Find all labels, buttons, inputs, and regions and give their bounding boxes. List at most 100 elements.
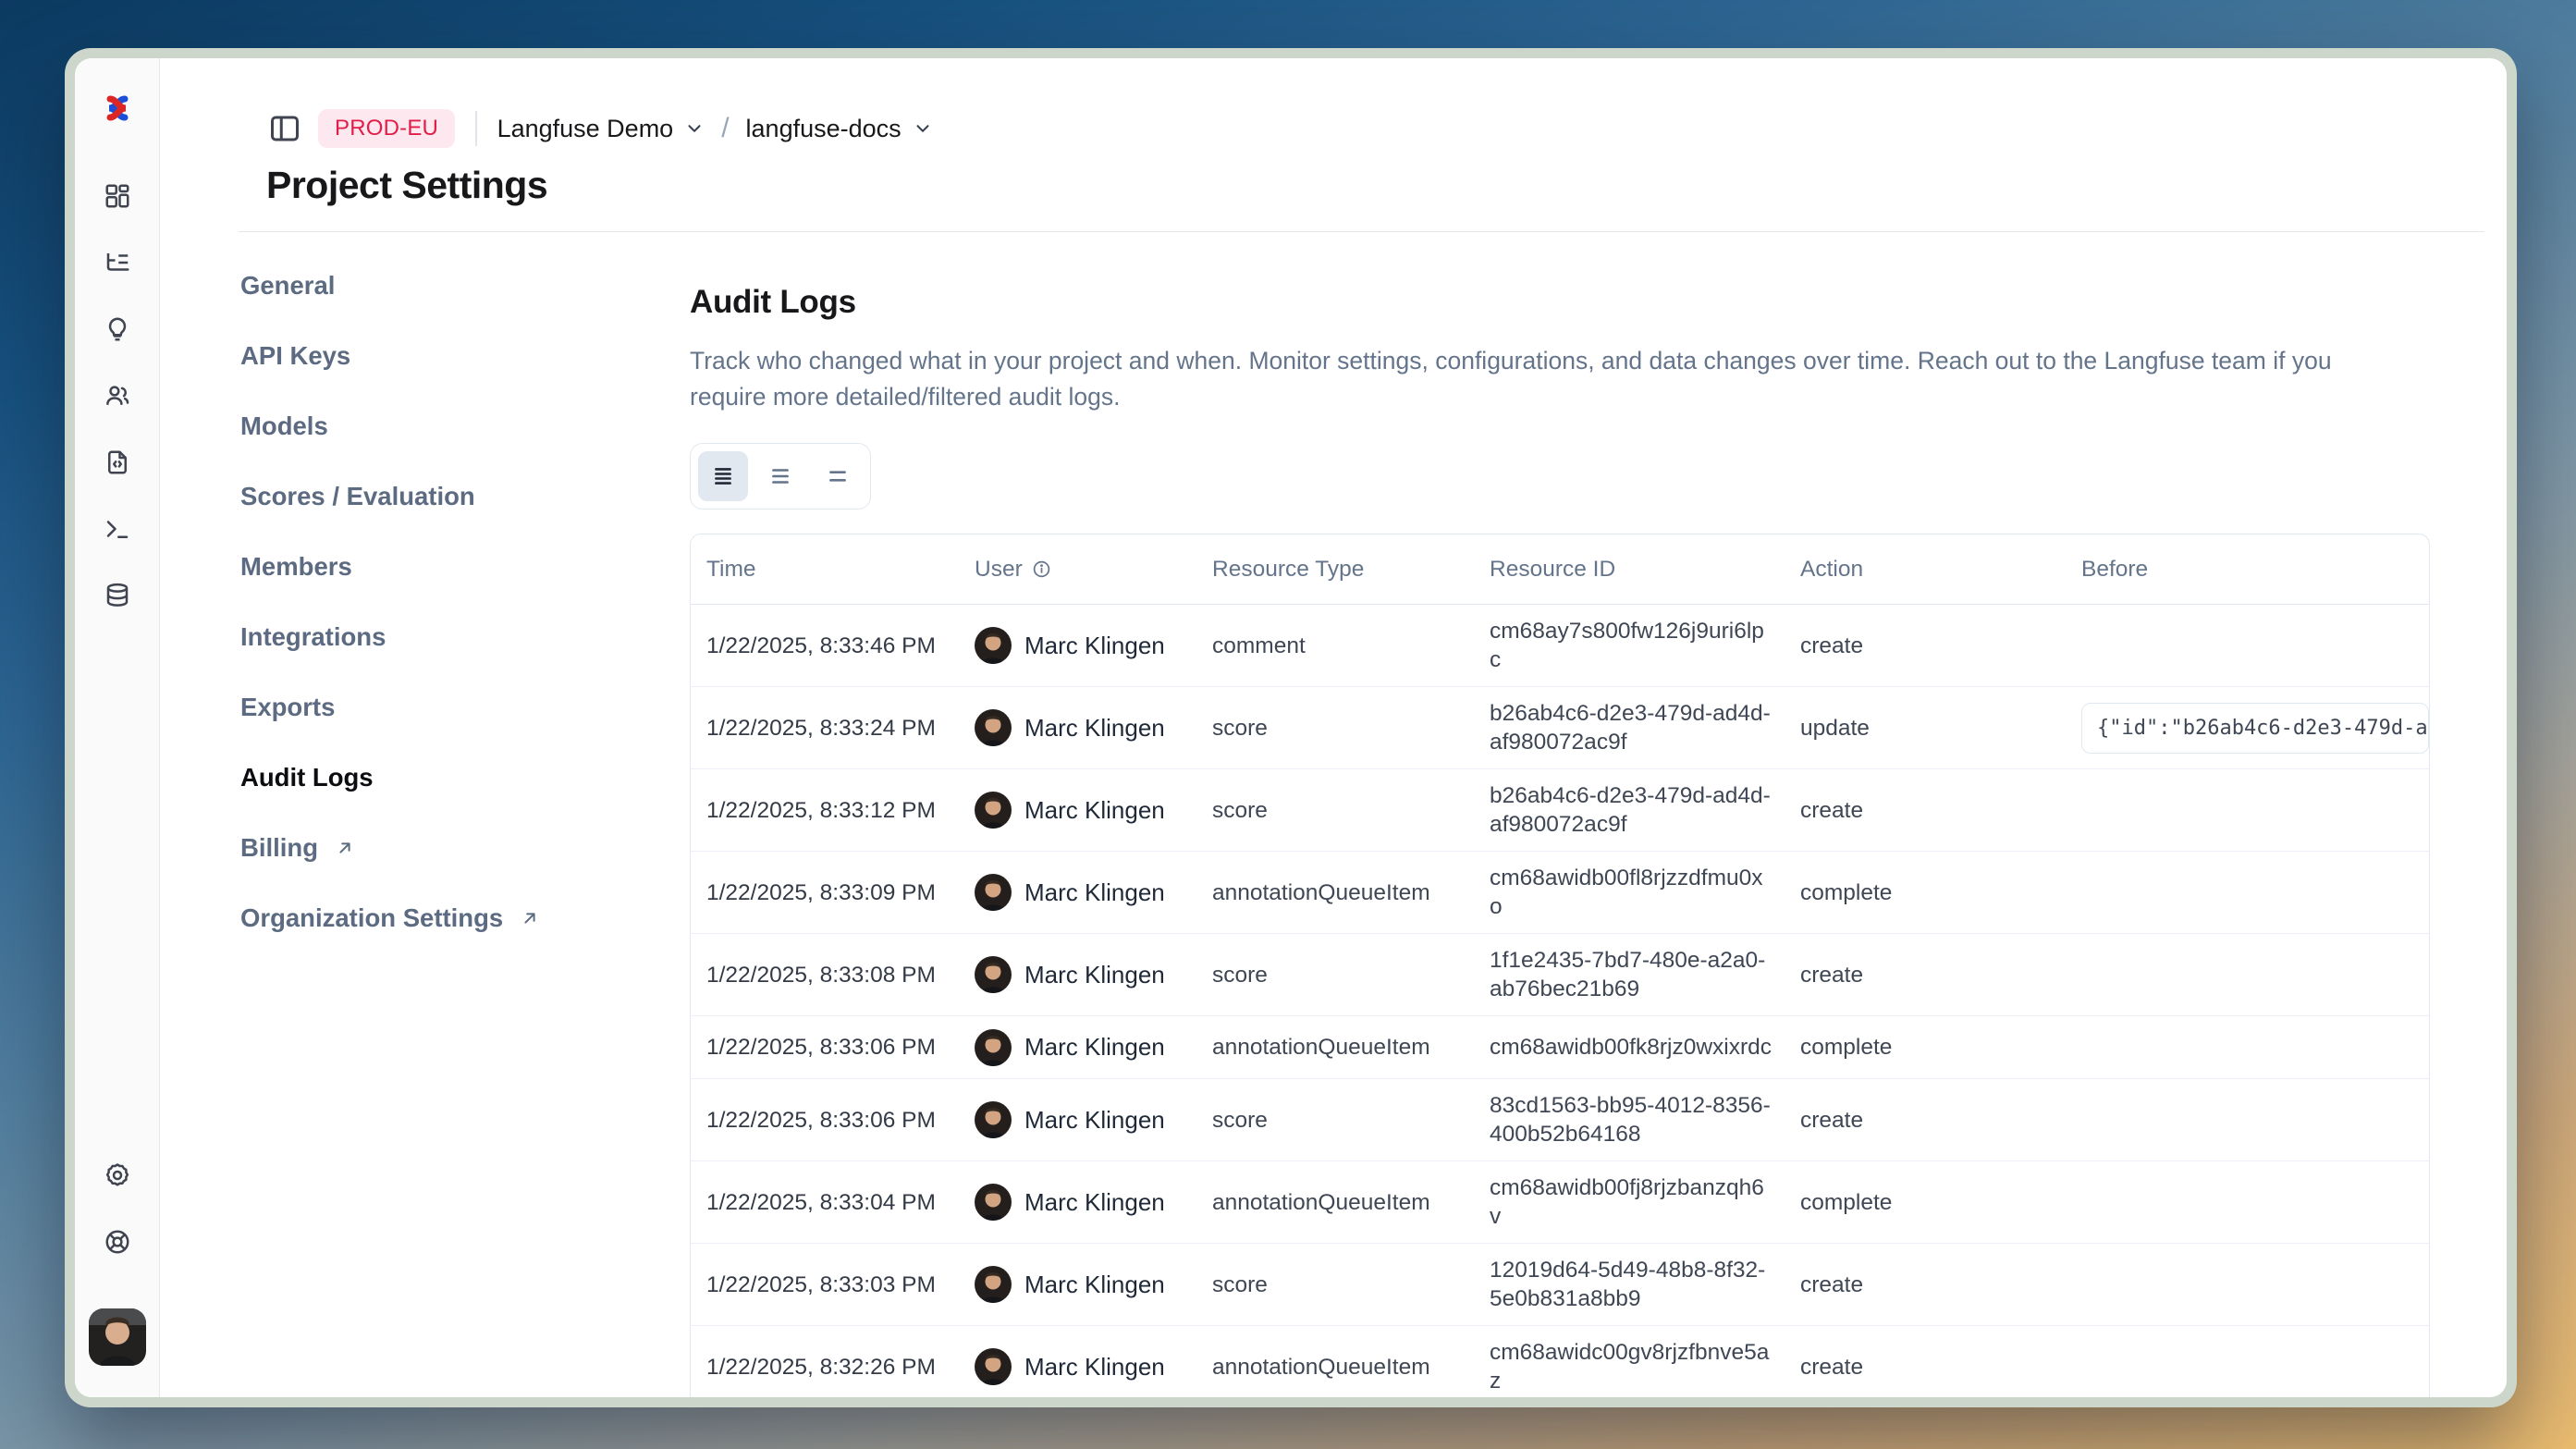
sidebar-item-users[interactable] [97,375,138,416]
user-avatar[interactable] [89,1308,146,1366]
breadcrumb-slash: / [721,113,729,144]
settings-nav-label: Integrations [240,622,386,652]
cell-resource-type: annotationQueueItem [1196,1188,1474,1217]
audit-logs-table: Time User Resource Type Resource ID Acti… [690,534,2430,1397]
cell-resource-id: 12019d64-5d49-48b8-8f32-5e0b831a8bb9 [1474,1256,1785,1313]
table-row[interactable]: 1/22/2025, 8:33:04 PM Marc Klingen annot… [691,1160,2429,1243]
table-row[interactable]: 1/22/2025, 8:33:09 PM Marc Klingen annot… [691,851,2429,933]
org-name: Langfuse Demo [497,115,674,143]
cell-resource-id: 1f1e2435-7bd7-480e-a2a0-ab76bec21b69 [1474,946,1785,1003]
cell-action: create [1785,632,2066,660]
sidebar-item-playground[interactable] [97,509,138,549]
col-resource-type: Resource Type [1196,557,1474,583]
user-name: Marc Klingen [1024,796,1165,825]
cell-time: 1/22/2025, 8:33:06 PM [691,1033,959,1062]
env-badge: PROD-EU [318,109,455,148]
cell-resource-id: b26ab4c6-d2e3-479d-ad4d-af980072ac9f [1474,781,1785,839]
cell-before: {"id":"b26ab4c6-d2e3-479d-a [2066,703,2429,754]
project-selector[interactable]: langfuse-docs [746,115,933,143]
user-avatar-icon [975,792,1012,829]
settings-nav: General API Keys Models Scores / Evaluat… [240,271,690,1397]
cell-resource-type: score [1196,796,1474,825]
cell-resource-id: 83cd1563-bb95-4012-8356-400b52b64168 [1474,1091,1785,1148]
settings-nav-item-exports[interactable]: Exports [240,693,690,722]
settings-nav-item-general[interactable]: General [240,271,690,301]
table-row[interactable]: 1/22/2025, 8:33:06 PM Marc Klingen annot… [691,1015,2429,1078]
table-row[interactable]: 1/22/2025, 8:33:06 PM Marc Klingen score… [691,1078,2429,1160]
settings-nav-item-billing[interactable]: Billing [240,833,690,863]
col-before: Before [2066,557,2429,583]
settings-nav-label: Models [240,411,328,441]
app-window: PROD-EU Langfuse Demo / langfuse-docs Pr… [65,48,2517,1407]
cell-user: Marc Klingen [959,956,1196,993]
user-avatar-icon [975,956,1012,993]
user-avatar-icon [975,627,1012,664]
settings-nav-item-api-keys[interactable]: API Keys [240,341,690,371]
org-selector[interactable]: Langfuse Demo [497,115,705,143]
settings-nav-label: Scores / Evaluation [240,482,475,511]
cell-resource-type: comment [1196,632,1474,660]
settings-nav-item-scores-evaluation[interactable]: Scores / Evaluation [240,482,690,511]
icon-sidebar [75,58,160,1397]
settings-nav-item-integrations[interactable]: Integrations [240,622,690,652]
sidebar-item-datasets[interactable] [97,442,138,483]
cell-resource-type: score [1196,714,1474,743]
cell-time: 1/22/2025, 8:33:06 PM [691,1106,959,1135]
section-heading: Audit Logs [690,284,2430,321]
cell-user: Marc Klingen [959,1184,1196,1221]
user-name: Marc Klingen [1024,632,1165,660]
cell-resource-type: annotationQueueItem [1196,878,1474,907]
settings-gear-icon[interactable] [97,1155,138,1196]
settings-nav-item-models[interactable]: Models [240,411,690,441]
table-row[interactable]: 1/22/2025, 8:33:03 PM Marc Klingen score… [691,1243,2429,1325]
cell-time: 1/22/2025, 8:33:03 PM [691,1271,959,1299]
sidebar-item-dashboard[interactable] [97,176,138,216]
panel-left-icon[interactable] [266,110,303,147]
cell-resource-id: cm68awidb00fk8rjz0wxixrdc [1474,1033,1785,1062]
settings-nav-item-members[interactable]: Members [240,552,690,582]
cell-user: Marc Klingen [959,1029,1196,1066]
cell-time: 1/22/2025, 8:33:46 PM [691,632,959,660]
settings-nav-item-organization-settings[interactable]: Organization Settings [240,903,690,933]
support-lifebuoy-icon[interactable] [97,1222,138,1262]
table-row[interactable]: 1/22/2025, 8:33:12 PM Marc Klingen score… [691,768,2429,851]
cell-time: 1/22/2025, 8:33:04 PM [691,1188,959,1217]
user-name: Marc Klingen [1024,1271,1165,1299]
cell-resource-type: score [1196,1271,1474,1299]
cell-time: 1/22/2025, 8:33:09 PM [691,878,959,907]
settings-nav-item-audit-logs[interactable]: Audit Logs [240,763,690,792]
external-link-icon [520,908,540,928]
cell-user: Marc Klingen [959,1348,1196,1385]
cell-action: create [1785,961,2066,989]
cell-time: 1/22/2025, 8:33:08 PM [691,961,959,989]
cell-user: Marc Klingen [959,627,1196,664]
row-height-tall-icon[interactable] [698,451,748,501]
cell-user: Marc Klingen [959,792,1196,829]
cell-resource-id: cm68awidb00fj8rjzbanzqh6v [1474,1173,1785,1231]
cell-resource-type: score [1196,961,1474,989]
cell-resource-type: annotationQueueItem [1196,1033,1474,1062]
sidebar-item-tracing[interactable] [97,242,138,283]
table-row[interactable]: 1/22/2025, 8:33:24 PM Marc Klingen score… [691,686,2429,768]
user-avatar-icon [975,1184,1012,1221]
cell-action: create [1785,1106,2066,1135]
user-avatar-icon [975,1101,1012,1138]
sidebar-item-prompts[interactable] [97,309,138,350]
user-name: Marc Klingen [1024,1353,1165,1381]
user-avatar-icon [975,1029,1012,1066]
sidebar-item-database[interactable] [97,575,138,616]
cell-action: create [1785,796,2066,825]
user-name: Marc Klingen [1024,1033,1165,1062]
user-avatar-icon [975,709,1012,746]
project-name: langfuse-docs [746,115,902,143]
settings-nav-label: Exports [240,693,335,722]
table-row[interactable]: 1/22/2025, 8:33:08 PM Marc Klingen score… [691,933,2429,1015]
before-json-preview[interactable]: {"id":"b26ab4c6-d2e3-479d-a [2081,703,2429,754]
cell-user: Marc Klingen [959,1101,1196,1138]
table-row[interactable]: 1/22/2025, 8:32:26 PM Marc Klingen annot… [691,1325,2429,1397]
row-height-short-icon[interactable] [813,451,863,501]
col-time: Time [691,557,959,583]
table-row[interactable]: 1/22/2025, 8:33:46 PM Marc Klingen comme… [691,605,2429,686]
cell-user: Marc Klingen [959,874,1196,911]
row-height-medium-icon[interactable] [755,451,805,501]
